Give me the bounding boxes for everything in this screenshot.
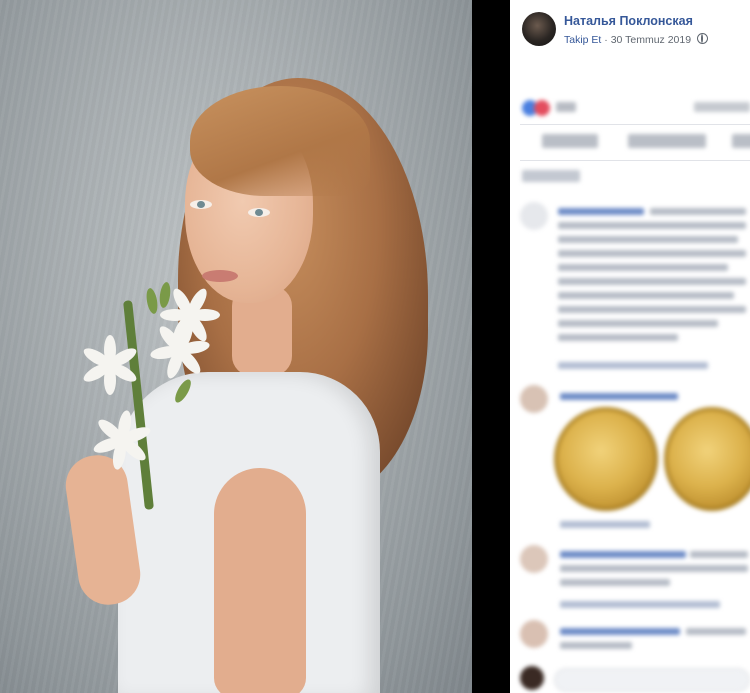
divider [520,160,750,161]
share-button[interactable] [732,134,750,148]
comment-composer [510,664,750,693]
avatar[interactable] [522,12,556,46]
comment-actions[interactable] [558,362,708,369]
comment-text [650,208,746,215]
post-header: Наталья Поклонская Takip Et · 30 Temmuz … [510,0,750,90]
post-date[interactable]: 30 Temmuz 2019 [611,34,691,46]
reaction-count [556,102,576,112]
comment-button[interactable] [628,134,706,148]
comment-actions[interactable] [560,521,650,528]
avatar[interactable] [520,620,548,648]
comment-share-count [694,102,750,112]
avatar[interactable] [520,385,548,413]
comment-sort[interactable] [522,170,580,182]
comment-author[interactable] [560,393,678,400]
comment-text [690,551,748,558]
photo-eye-left [190,200,212,209]
photo-bangs [190,86,370,196]
post-meta: Takip Et · 30 Temmuz 2019 [564,33,708,46]
comment-item [510,545,750,615]
comment-actions[interactable] [560,601,720,608]
photo-lips [202,270,238,282]
photo-viewer: Наталья Поклонская Takip Et · 30 Temmuz … [0,0,750,693]
comment-item [510,385,750,535]
comment-author[interactable] [558,208,644,215]
comment-text [686,628,746,635]
meta-separator: · [604,34,608,46]
avatar[interactable] [520,545,548,573]
viewer-gutter [472,0,510,693]
like-button[interactable] [542,134,598,148]
reactions-bar[interactable] [522,98,750,120]
comment-image[interactable] [664,407,750,511]
comment-item [510,200,750,375]
comment-author[interactable] [560,628,680,635]
photo-eye-right [248,208,270,217]
post-photo[interactable] [0,0,472,693]
post-actions [520,130,750,156]
divider [520,124,750,125]
author-name[interactable]: Наталья Поклонская [564,14,693,28]
avatar[interactable] [520,202,548,230]
post-side-panel: Наталья Поклонская Takip Et · 30 Temmuz … [510,0,750,693]
photo-arm [214,468,306,693]
comment-item [510,620,750,660]
comment-author[interactable] [560,551,686,558]
avatar [520,666,544,690]
comment-input[interactable] [554,668,750,692]
globe-icon[interactable] [696,33,708,44]
photo-lily [80,335,140,395]
love-reaction-icon [534,100,550,116]
comment-image[interactable] [554,407,658,511]
follow-link[interactable]: Takip Et [564,34,601,46]
photo-lily [91,409,153,471]
